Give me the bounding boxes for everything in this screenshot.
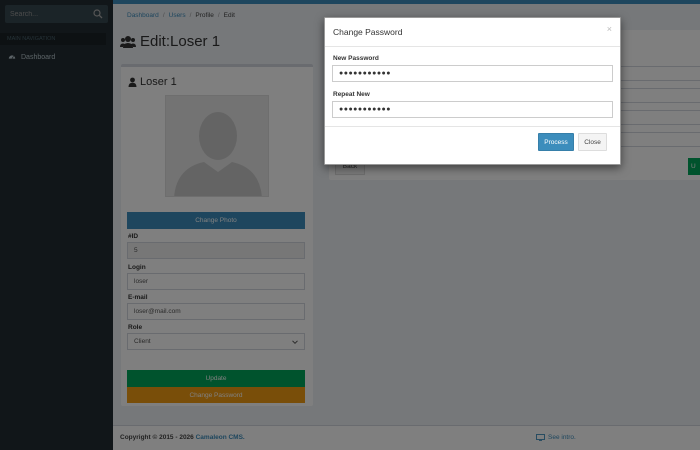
change-password-modal: Change Password × New Password ●●●●●●●●●… [324,17,621,165]
repeat-password-label: Repeat New [333,91,370,98]
close-icon[interactable]: × [607,24,612,34]
process-button[interactable]: Process [538,133,574,151]
repeat-password-field[interactable]: ●●●●●●●●●●● [332,101,613,118]
modal-footer-divider [325,126,620,127]
modal-title: Change Password [333,27,403,37]
new-password-label: New Password [333,55,379,62]
close-button[interactable]: Close [578,133,607,151]
modal-header-divider [325,46,620,47]
new-password-field[interactable]: ●●●●●●●●●●● [332,65,613,82]
